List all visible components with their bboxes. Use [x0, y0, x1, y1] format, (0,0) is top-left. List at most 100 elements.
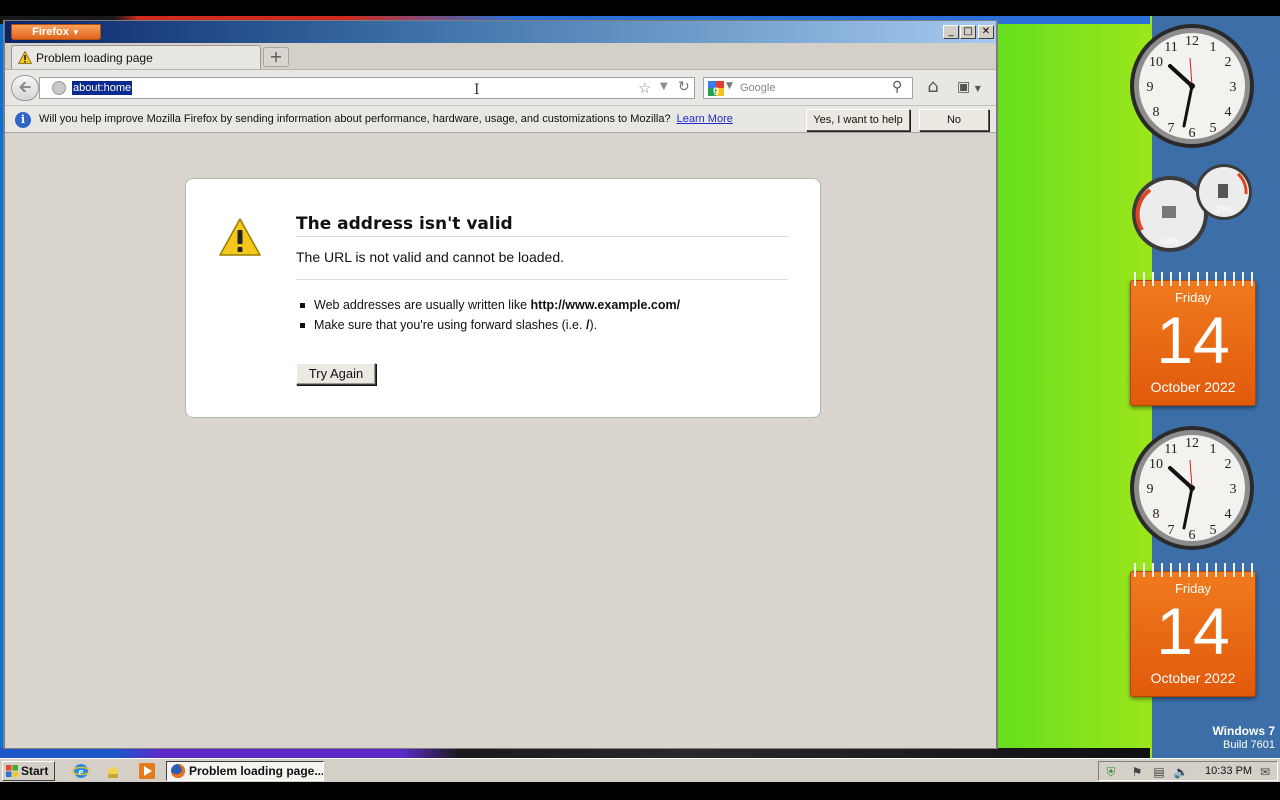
svg-text:6: 6	[1189, 126, 1196, 141]
page-content: The address isn't valid The URL is not v…	[5, 133, 996, 748]
network-icon[interactable]: ▤	[1151, 764, 1167, 780]
learn-more-link[interactable]: Learn More	[677, 113, 733, 125]
calendar-gadget[interactable]: Friday 14 October 2022	[1130, 563, 1256, 697]
svg-text:8: 8	[1153, 507, 1160, 522]
text-cursor-icon: I	[474, 82, 480, 98]
warning-icon	[18, 51, 32, 64]
home-icon: ⌂	[927, 76, 939, 97]
tray-clock[interactable]: 10:33 PM	[1205, 765, 1252, 777]
os-watermark: Windows 7 Build 7601	[1212, 724, 1275, 752]
calendar-day: 14	[1156, 303, 1230, 377]
svg-text:g: g	[713, 85, 719, 96]
google-icon[interactable]: g	[708, 81, 724, 96]
svg-text:7: 7	[1168, 121, 1175, 136]
hint-text: Web addresses are usually written like	[314, 298, 531, 312]
tab-title: Problem loading page	[36, 51, 153, 65]
svg-text:12: 12	[1185, 34, 1199, 49]
list-item: Web addresses are usually written like h…	[296, 295, 788, 315]
error-title: The address isn't valid	[296, 214, 788, 237]
error-hints: Web addresses are usually written like h…	[296, 295, 788, 335]
svg-text:8: 8	[1153, 105, 1160, 120]
navigation-toolbar: 🡰 about:home I ☆ ▼ ↻ g ▼ Google ⚲ ⌂ ▣ ▼	[5, 69, 996, 105]
back-button[interactable]: 🡰	[11, 75, 39, 101]
error-description: The URL is not valid and cannot be loade…	[296, 249, 788, 280]
chevron-down-icon: ▼	[71, 28, 80, 37]
svg-text:9: 9	[1147, 80, 1154, 95]
title-bar[interactable]: Firefox ▼ _ □ ✕	[5, 21, 996, 43]
svg-text:3: 3	[1230, 482, 1237, 497]
svg-text:2: 2	[1225, 55, 1232, 70]
tab-strip: Problem loading page +	[5, 43, 996, 69]
screen: Windows 7 Build 7601 12 1 2 345 678 9 10 11	[0, 0, 1280, 800]
calendar-page: Friday 14 October 2022	[1130, 571, 1256, 697]
cpu-meter-gadget[interactable]: 03% 23%	[1128, 160, 1256, 252]
svg-text:7: 7	[1168, 523, 1175, 538]
calendar-month: October 2022	[1150, 379, 1236, 395]
yes-help-button[interactable]: Yes, I want to help	[806, 109, 910, 131]
url-input[interactable]: about:home	[72, 81, 133, 95]
media-player-icon[interactable]	[138, 762, 156, 780]
list-item: Make sure that you're using forward slas…	[296, 315, 788, 335]
search-bar[interactable]: g ▼ Google ⚲	[703, 77, 913, 99]
volume-icon[interactable]: 🔈	[1173, 764, 1189, 780]
tab-problem-loading-page[interactable]: Problem loading page	[11, 45, 261, 69]
clock-gadget[interactable]: 12 12 345 678 91011	[1128, 22, 1256, 150]
error-box: The address isn't valid The URL is not v…	[185, 178, 821, 418]
reload-icon[interactable]: ↻	[678, 79, 690, 95]
svg-text:4: 4	[1225, 105, 1232, 120]
arrow-left-icon: 🡰	[18, 77, 32, 96]
try-again-button[interactable]: Try Again	[296, 363, 376, 385]
calendar-gadget[interactable]: Friday 14 October 2022	[1130, 272, 1256, 406]
info-icon: i	[15, 112, 31, 128]
svg-text:2: 2	[1225, 457, 1232, 472]
start-button[interactable]: Start	[2, 761, 55, 781]
hint-text: Make sure that you're using forward slas…	[314, 318, 586, 332]
search-icon[interactable]: ⚲	[892, 79, 902, 95]
internet-explorer-icon[interactable]: e	[72, 762, 90, 780]
svg-text:9: 9	[1147, 482, 1154, 497]
calendar-day: 14	[1156, 594, 1230, 668]
chevron-down-icon: ▼	[974, 84, 981, 93]
clock-gadget[interactable]: 12 12 345 678 91011	[1128, 424, 1256, 552]
calendar-month: October 2022	[1150, 670, 1236, 686]
bookmark-star-icon[interactable]: ☆	[638, 79, 651, 97]
svg-text:1: 1	[1210, 40, 1217, 55]
svg-text:10: 10	[1149, 55, 1163, 70]
url-dropdown-icon[interactable]: ▼	[660, 81, 668, 92]
show-desktop-icon[interactable]	[104, 762, 122, 780]
taskbar-item-label: Problem loading page...	[189, 764, 324, 778]
new-tab-button[interactable]: +	[263, 47, 289, 67]
desktop-bottom-band	[0, 748, 1150, 758]
search-input[interactable]: Google	[740, 82, 775, 94]
security-shield-icon[interactable]: ⛨	[1103, 764, 1119, 780]
close-button[interactable]: ✕	[978, 25, 994, 39]
firefox-menu-button[interactable]: Firefox ▼	[11, 24, 101, 40]
bookmarks-menu-button[interactable]: ▣ ▼	[957, 77, 991, 99]
svg-text:12: 12	[1185, 436, 1199, 451]
minimize-button[interactable]: _	[943, 25, 959, 39]
maximize-button[interactable]: □	[960, 25, 976, 39]
taskbar: Start e Problem loading page... ⛨ ⚑ ▤ 🔈 …	[0, 758, 1280, 782]
svg-text:5: 5	[1210, 121, 1217, 136]
notification-icon[interactable]: ✉	[1257, 764, 1273, 780]
action-center-flag-icon[interactable]: ⚑	[1129, 764, 1145, 780]
os-build: Build 7601	[1223, 739, 1275, 751]
svg-text:1: 1	[1210, 442, 1217, 457]
notification-bar: i Will you help improve Mozilla Firefox …	[5, 105, 996, 133]
windows-logo-icon	[6, 765, 18, 777]
warning-icon	[219, 218, 261, 256]
home-button[interactable]: ⌂	[921, 76, 945, 100]
taskbar-item-firefox[interactable]: Problem loading page...	[166, 761, 324, 781]
url-bar[interactable]: about:home I ☆ ▼ ↻	[39, 77, 695, 99]
calendar-page: Friday 14 October 2022	[1130, 280, 1256, 406]
system-tray: ⛨ ⚑ ▤ 🔈 10:33 PM ✉	[1098, 761, 1278, 781]
os-name: Windows 7	[1212, 724, 1275, 738]
bookmarks-icon: ▣	[957, 79, 971, 95]
chevron-down-icon[interactable]: ▼	[726, 81, 733, 91]
firefox-menu-label: Firefox	[32, 26, 69, 38]
screen-bottom-border	[0, 782, 1280, 800]
no-button[interactable]: No	[919, 109, 989, 131]
site-identity-icon[interactable]	[52, 81, 66, 95]
svg-text:5: 5	[1210, 523, 1217, 538]
svg-text:10: 10	[1149, 457, 1163, 472]
